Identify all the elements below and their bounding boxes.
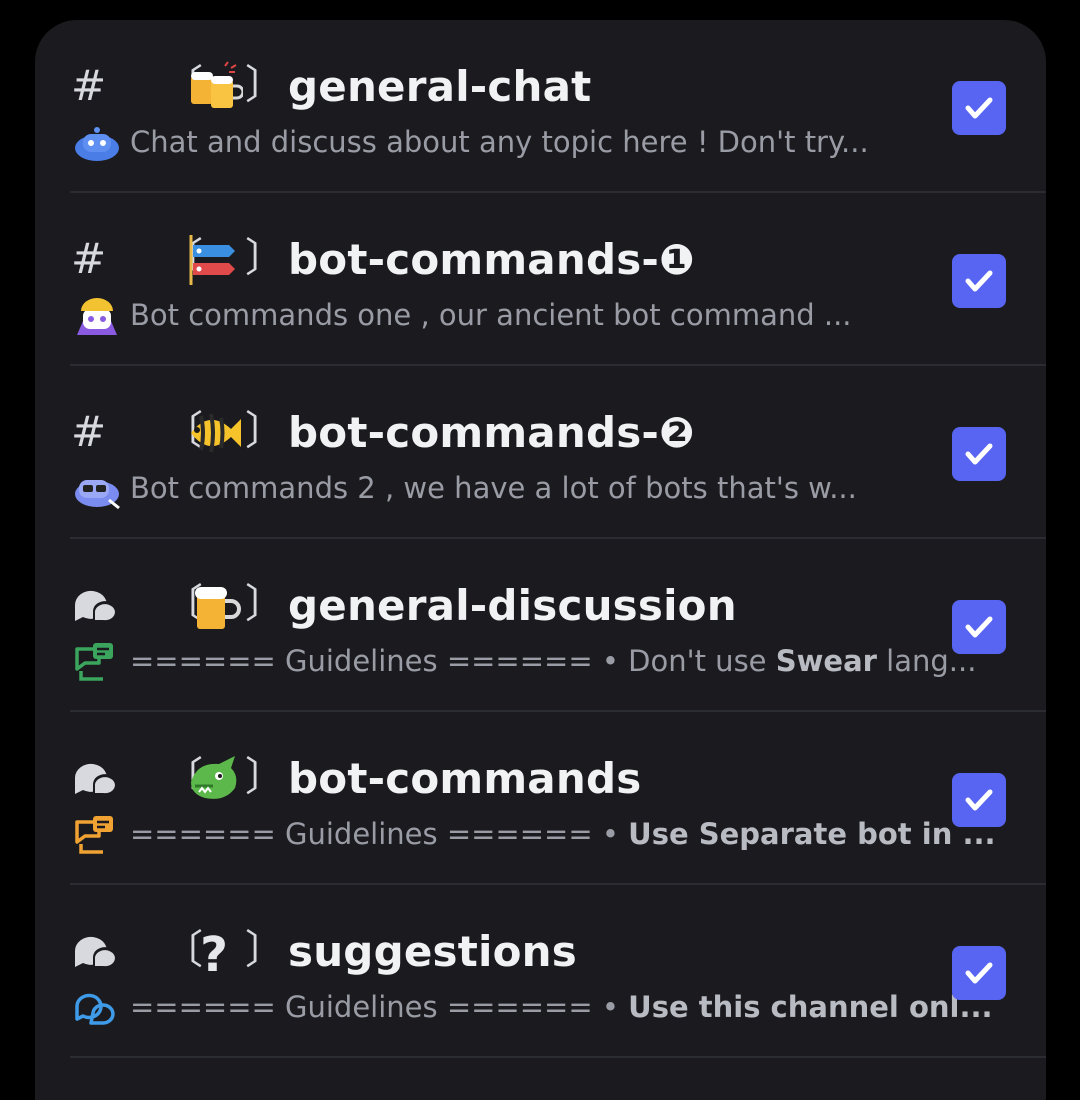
channel-description: ====== Guidelines ====== • Use this chan… [130,990,993,1024]
channel-name: general-discussion [288,581,737,630]
tropical-fish-icon [191,413,241,453]
channel-checkbox[interactable] [952,254,1006,308]
checkmark-icon [965,962,993,984]
guidelines-chat-icon [75,643,113,681]
cool-robot-icon [75,480,120,510]
bracket-right: 〕 [245,408,285,454]
channel-name: bot-commands [288,754,642,803]
channel-name: general-chat [288,62,592,111]
channel-row-bot-commands-1[interactable]: # 〔 〕 bot-commands-❶ Bot commands one , … [35,193,1046,366]
chat-bubbles-icon [75,993,115,1025]
hash-icon: # [71,61,107,110]
beer-mugs-icon [191,61,243,108]
channel-name: suggestions [288,927,577,976]
channel-checkbox[interactable] [952,946,1006,1000]
checkmark-icon [965,789,993,811]
channel-checkbox[interactable] [952,427,1006,481]
bracket-right: 〕 [245,581,285,627]
hash-icon: # [71,407,107,456]
channel-row-suggestions[interactable]: 〔 ? 〕 suggestions ====== Guidelines ====… [35,885,1046,1058]
channel-row-bot-commands-2[interactable]: # 〔 〕 bot-commands-❷ Bot commands 2 , we… [35,366,1046,539]
bracket-right: 〕 [245,754,285,800]
channel-description: Bot commands 2 , we have a lot of bots t… [130,471,857,505]
channel-name: bot-commands-❶ [288,235,695,284]
checkmark-icon [965,270,993,292]
channel-name: bot-commands-❷ [288,408,695,457]
forum-bubbles-icon [74,590,115,622]
carp-streamer-icon [189,235,235,285]
channel-checkbox[interactable] [952,773,1006,827]
guidelines-chat-icon [75,816,113,854]
checkmark-icon [965,616,993,638]
forum-bubbles-icon [74,936,115,968]
checkmark-icon [965,97,993,119]
channel-row-general-chat[interactable]: # 〔 〕 general-chat Chat and discuss abou… [35,20,1046,193]
channel-description: ====== Guidelines ====== • Use Separate … [130,817,996,851]
hash-icon: # [71,234,107,283]
channel-checkbox[interactable] [952,81,1006,135]
builder-robot-icon [77,298,117,335]
channel-description: Chat and discuss about any topic here ! … [130,125,869,159]
dragon-face-icon [191,756,237,799]
clyde-robot-icon [75,127,119,161]
bracket-right: 〕 [245,927,285,973]
bracket-right: 〕 [245,235,285,281]
bracket-right: 〕 [245,62,285,108]
row-divider [70,1056,1046,1058]
beer-mug-icon [195,587,241,629]
svg-text:?: ? [200,927,228,979]
channel-checkbox[interactable] [952,600,1006,654]
forum-bubbles-icon [74,763,115,795]
question-mark-icon: ? [200,927,228,979]
channel-row-general-discussion[interactable]: 〔 〕 general-discussion ====== Guidelines… [35,539,1046,712]
checkmark-icon [965,443,993,465]
channel-description: Bot commands one , our ancient bot comma… [130,298,852,332]
channel-row-bot-commands[interactable]: 〔 〕 bot-commands ====== Guidelines =====… [35,712,1046,885]
channel-description: ====== Guidelines ====== • Don't use Swe… [130,644,977,678]
